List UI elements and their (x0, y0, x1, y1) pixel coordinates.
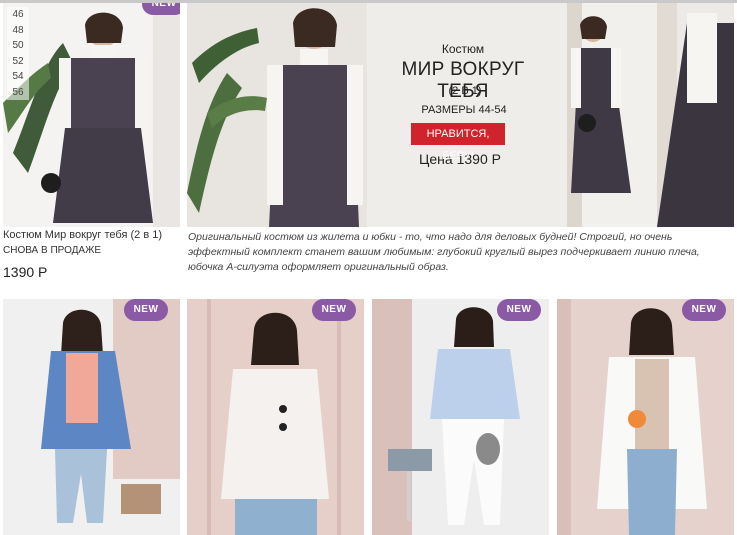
size-option[interactable]: 54 (7, 69, 29, 85)
model-image (3, 3, 180, 227)
product-price: 1390 Р (3, 264, 48, 280)
banner-sizes: РАЗМЕРЫ 44-54 (421, 104, 507, 116)
new-badge: NEW (682, 299, 726, 321)
product-photo-white-cardigan[interactable]: NEW (557, 299, 734, 535)
banner-kicker: Костюм (441, 42, 485, 56)
model-image (3, 299, 180, 535)
promo-banner[interactable]: Костюм МИР ВОКРУГ ТЕБЯ (2 В 1) РАЗМЕРЫ 4… (187, 3, 734, 227)
product-name[interactable]: Костюм Мир вокруг тебя (2 в 1) (3, 229, 183, 241)
size-list: 46 48 50 52 54 56 (7, 7, 29, 100)
size-option[interactable]: 50 (7, 38, 29, 54)
new-badge: NEW (497, 299, 541, 321)
new-badge: NEW (312, 299, 356, 321)
new-badge: NEW (124, 299, 168, 321)
size-option[interactable]: 56 (7, 84, 29, 100)
product-photo-white-blouse[interactable]: NEW (187, 299, 364, 535)
model-image (557, 299, 734, 535)
product-photo-blue-cardigan[interactable]: NEW (3, 299, 180, 535)
model-image (187, 299, 364, 535)
buy-button[interactable]: НРАВИТСЯ, БЕРУ! (411, 123, 505, 162)
product-photo-suit[interactable]: NEW 46 48 50 52 54 56 (3, 3, 180, 227)
product-status: СНОВА В ПРОДАЖЕ (3, 245, 101, 256)
size-option[interactable]: 48 (7, 22, 29, 38)
model-image (372, 299, 549, 535)
banner-subtitle: (2 В 1) (448, 85, 482, 97)
product-photo-blue-blouse[interactable]: NEW (372, 299, 549, 535)
size-option[interactable]: 52 (7, 53, 29, 69)
product-description: Оригинальный костюм из жилета и юбки - т… (188, 231, 700, 273)
new-badge: NEW (142, 3, 180, 15)
size-option[interactable]: 46 (7, 7, 29, 23)
